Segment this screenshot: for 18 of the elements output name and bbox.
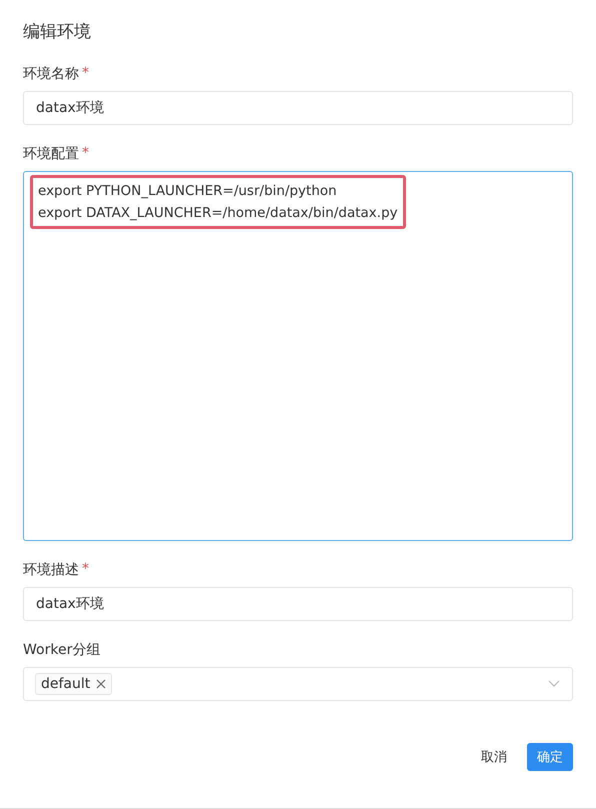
- chevron-down-icon: [548, 680, 560, 688]
- select-field[interactable]: default: [23, 667, 573, 701]
- field-label: Worker分组: [23, 641, 100, 659]
- required-mark: *: [82, 561, 89, 579]
- textarea-field[interactable]: export PYTHON_LAUNCHER=/usr/bin/python export DATAX_LAUNCHER=/home/datax/bin/datax.py: [23, 171, 573, 541]
- cancel-button[interactable]: 取消: [475, 743, 513, 771]
- input-field[interactable]: datax环境: [23, 587, 573, 621]
- field-label: 环境描述: [23, 561, 79, 579]
- close-icon[interactable]: [96, 679, 106, 689]
- field-label: 环境配置: [23, 145, 79, 163]
- dialog-title: 编辑环境: [23, 21, 92, 43]
- required-mark: *: [82, 145, 89, 163]
- tag[interactable]: default: [35, 673, 112, 695]
- field-label: 环境名称: [23, 65, 79, 83]
- code-line: export DATAX_LAUNCHER=/home/datax/bin/datax.py: [38, 204, 398, 223]
- required-mark: *: [82, 65, 89, 83]
- input-field[interactable]: datax环境: [23, 91, 573, 125]
- code-line: export PYTHON_LAUNCHER=/usr/bin/python: [38, 182, 338, 201]
